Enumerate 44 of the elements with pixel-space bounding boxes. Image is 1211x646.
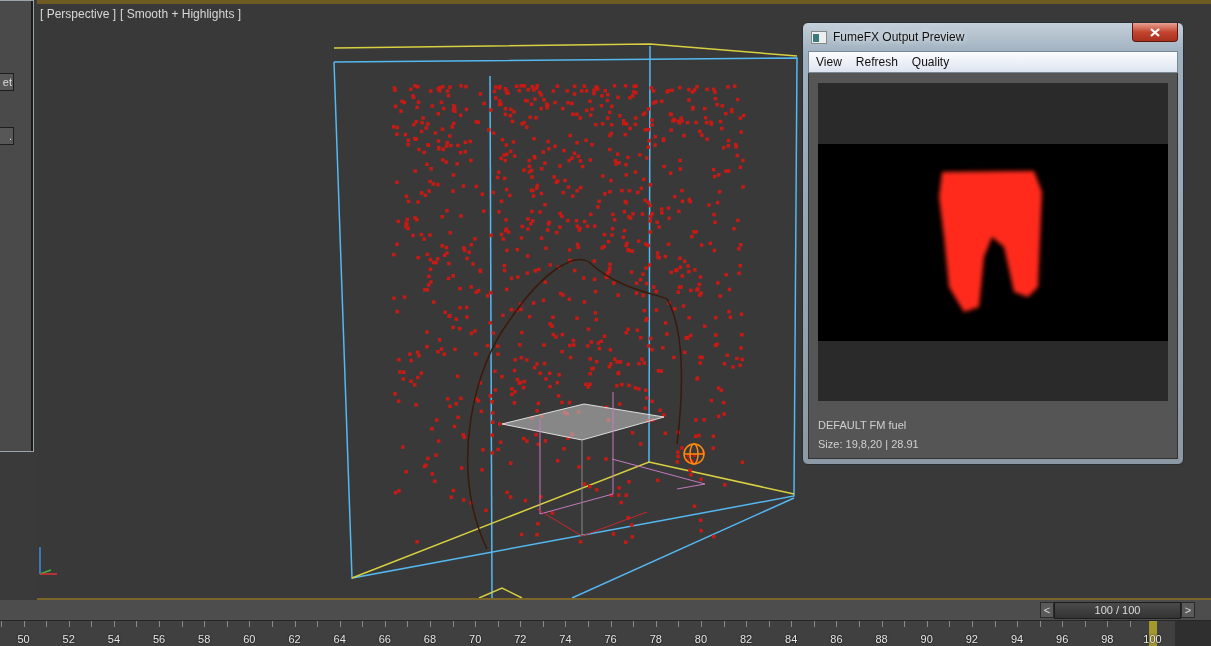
frame-number: 76 bbox=[603, 633, 618, 645]
menu-item[interactable]: View bbox=[809, 53, 849, 71]
channel-label: DEFAULT FM fuel bbox=[818, 419, 908, 431]
viewport-label[interactable]: [ Smooth + Highlights ] bbox=[120, 7, 242, 21]
frame-number: 62 bbox=[287, 633, 302, 645]
close-icon bbox=[1150, 27, 1160, 37]
frame-number: 54 bbox=[106, 633, 121, 645]
frame-number: 74 bbox=[558, 633, 573, 645]
frame-number: 66 bbox=[377, 633, 392, 645]
frame-number: 72 bbox=[513, 633, 528, 645]
panel-button[interactable]: et bbox=[0, 73, 14, 91]
frame-number: 60 bbox=[242, 633, 257, 645]
frame-number: 88 bbox=[874, 633, 889, 645]
frame-number: 86 bbox=[829, 633, 844, 645]
frame-number: 56 bbox=[151, 633, 167, 645]
frame-number: 70 bbox=[468, 633, 483, 645]
frame-number: 50 bbox=[16, 633, 31, 645]
perspective-viewport[interactable]: [ Perspective ] [ Smooth + Highlights ] FumeFX Output Preview View Refresh Quality DEFAULT FM fuel Size: 19,8,20 | 28.91 bbox=[37, 0, 1211, 600]
previous-frame-button[interactable]: < bbox=[1040, 601, 1054, 618]
viewport-label[interactable]: [ Perspective ] bbox=[40, 7, 117, 21]
frame-number: 58 bbox=[197, 633, 212, 645]
panel-button[interactable]: . bbox=[0, 127, 14, 145]
window-app-icon bbox=[811, 30, 827, 44]
frame-number: 78 bbox=[648, 633, 663, 645]
frame-number: 64 bbox=[332, 633, 347, 645]
frame-number: 84 bbox=[784, 633, 799, 645]
grid-size-label: Size: 19,8,20 | 28.91 bbox=[818, 438, 920, 450]
window-title: FumeFX Output Preview bbox=[833, 30, 965, 44]
frame-number: 80 bbox=[693, 633, 709, 645]
menu-item[interactable]: Quality bbox=[904, 53, 957, 71]
frame-counter: 100 / 100 bbox=[1054, 601, 1181, 619]
frame-number: 98 bbox=[1100, 633, 1115, 645]
helper-gizmo-icon bbox=[683, 443, 705, 465]
frame-number: 52 bbox=[61, 633, 76, 645]
axis-tripod-icon bbox=[39, 546, 58, 575]
frame-number: 90 bbox=[919, 633, 934, 645]
frame-number: 94 bbox=[1009, 633, 1025, 645]
frame-number: 68 bbox=[422, 633, 438, 645]
next-frame-button[interactable]: > bbox=[1181, 601, 1195, 618]
frame-number: 96 bbox=[1055, 633, 1070, 645]
menu-item[interactable]: Refresh bbox=[848, 53, 905, 71]
close-button[interactable] bbox=[1132, 23, 1178, 42]
frame-number: 92 bbox=[964, 633, 979, 645]
frame-number: 82 bbox=[738, 633, 754, 645]
